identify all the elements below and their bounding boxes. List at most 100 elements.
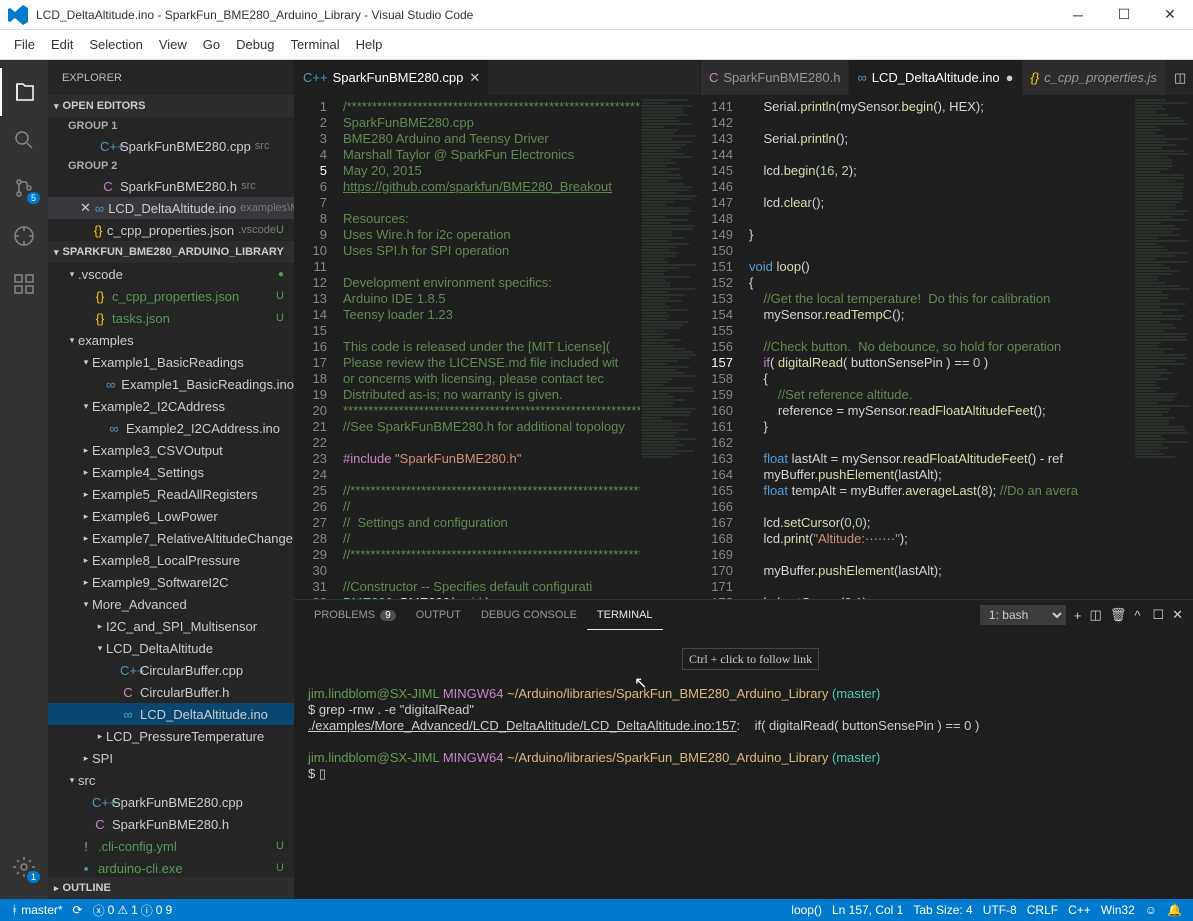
status-crlf[interactable]: CRLF	[1022, 903, 1063, 917]
tab-c_cpp_properties.js[interactable]: {}c_cpp_properties.js	[1023, 60, 1166, 95]
code-area-2[interactable]: 1411421431441451461471481491501511521531…	[701, 95, 1193, 599]
menu-debug[interactable]: Debug	[228, 37, 282, 52]
folder-I2C_and_SPI_Multisensor[interactable]: ▸I2C_and_SPI_Multisensor	[48, 615, 294, 637]
file-arduino-cli.exe[interactable]: ▪arduino-cli.exeU	[48, 857, 294, 877]
status-loop[interactable]: loop()	[786, 903, 827, 917]
panel-tab-problems[interactable]: PROBLEMS9	[304, 600, 406, 630]
tab-SparkFunBME280.cpp[interactable]: C++SparkFunBME280.cpp✕	[295, 60, 489, 95]
close-icon[interactable]: ✕	[80, 200, 91, 216]
project-header[interactable]: ▾SPARKFUN_BME280_ARDUINO_LIBRARY	[48, 241, 294, 263]
menu-selection[interactable]: Selection	[81, 37, 150, 52]
open-file-SparkFunBME280.cpp[interactable]: C++SparkFunBME280.cppsrc	[48, 135, 294, 157]
editor-pane-1: C++SparkFunBME280.cpp✕ 12345678910111213…	[294, 60, 700, 599]
terminal-body[interactable]: Ctrl + click to follow link jim.lindblom…	[294, 630, 1193, 899]
file-icon: ∞	[106, 421, 122, 436]
menu-view[interactable]: View	[151, 37, 195, 52]
file-c_cpp_properties.json[interactable]: {}c_cpp_properties.jsonU	[48, 285, 294, 307]
titlebar: LCD_DeltaAltitude.ino - SparkFun_BME280_…	[0, 0, 1193, 30]
maximize-button[interactable]: ☐	[1101, 0, 1147, 30]
panel-tab-terminal[interactable]: TERMINAL	[587, 600, 663, 630]
folder-Example7_RelativeAltitudeChange[interactable]: ▸Example7_RelativeAltitudeChange	[48, 527, 294, 549]
file-icon: {}	[1031, 70, 1040, 85]
settings-badge: 1	[27, 871, 40, 883]
menu-terminal[interactable]: Terminal	[282, 37, 347, 52]
open-file-SparkFunBME280.h[interactable]: CSparkFunBME280.hsrc	[48, 175, 294, 197]
problems-status[interactable]: ⓧ0 ⚠1 ⓘ0 9	[88, 902, 178, 919]
extensions-activity[interactable]	[0, 260, 48, 308]
status-ln157col1[interactable]: Ln 157, Col 1	[827, 903, 908, 917]
folder-Example6_LowPower[interactable]: ▸Example6_LowPower	[48, 505, 294, 527]
maximize-panel-icon[interactable]: ^	[1134, 608, 1140, 623]
folder-Example2_I2CAddress[interactable]: ▾Example2_I2CAddress	[48, 395, 294, 417]
minimize-button[interactable]: ─	[1055, 0, 1101, 30]
close-icon[interactable]: ✕	[469, 70, 480, 86]
folder-LCD_DeltaAltitude[interactable]: ▾LCD_DeltaAltitude	[48, 637, 294, 659]
folder-.vscode[interactable]: ▾.vscode●	[48, 263, 294, 285]
close-panel-x-icon[interactable]: ✕	[1172, 607, 1183, 623]
status-tabsize4[interactable]: Tab Size: 4	[908, 903, 977, 917]
folder-Example8_LocalPressure[interactable]: ▸Example8_LocalPressure	[48, 549, 294, 571]
menu-file[interactable]: File	[6, 37, 43, 52]
file-CircularBuffer.cpp[interactable]: C++CircularBuffer.cpp	[48, 659, 294, 681]
folder-More_Advanced[interactable]: ▾More_Advanced	[48, 593, 294, 615]
file-Example1_BasicReadings.ino[interactable]: ∞Example1_BasicReadings.ino	[48, 373, 294, 395]
file-icon: {}	[93, 223, 102, 238]
open-editors-header[interactable]: ▾OPEN EDITORS	[48, 95, 294, 117]
folder-LCD_PressureTemperature[interactable]: ▸LCD_PressureTemperature	[48, 725, 294, 747]
split-icon[interactable]: ◫	[1170, 70, 1190, 86]
file-tasks.json[interactable]: {}tasks.jsonU	[48, 307, 294, 329]
folder-Example4_Settings[interactable]: ▸Example4_Settings	[48, 461, 294, 483]
tab-SparkFunBME280.h[interactable]: CSparkFunBME280.h	[701, 60, 849, 95]
file-icon: C++	[100, 139, 116, 154]
sync-status[interactable]: ⟳	[68, 903, 88, 917]
status-c[interactable]: C++	[1063, 903, 1096, 917]
trash-icon[interactable]: 🗑	[1110, 607, 1127, 623]
new-terminal-icon[interactable]: +	[1074, 608, 1082, 623]
menu-help[interactable]: Help	[348, 37, 391, 52]
file-.cli-config.yml[interactable]: !.cli-config.ymlU	[48, 835, 294, 857]
folder-Example9_SoftwareI2C[interactable]: ▸Example9_SoftwareI2C	[48, 571, 294, 593]
scm-activity[interactable]: 5	[0, 164, 48, 212]
split-terminal-icon[interactable]: ◫	[1090, 607, 1102, 623]
close-button[interactable]: ✕	[1147, 0, 1193, 30]
menu-go[interactable]: Go	[195, 37, 228, 52]
tab-LCD_DeltaAltitude.ino[interactable]: ∞LCD_DeltaAltitude.ino●	[849, 60, 1022, 95]
chevron-icon: ▾	[80, 599, 92, 610]
open-file-LCD_DeltaAltitude.ino[interactable]: ✕∞LCD_DeltaAltitude.inoexamples\More_Ad.…	[48, 197, 294, 219]
file-SparkFunBME280.cpp[interactable]: C++SparkFunBME280.cpp	[48, 791, 294, 813]
close-panel-icon[interactable]: ☐	[1152, 607, 1164, 623]
open-file-c_cpp_properties.json[interactable]: {}c_cpp_properties.json.vscodeU	[48, 219, 294, 241]
debug-activity[interactable]	[0, 212, 48, 260]
code-area-1[interactable]: 1234567891011121314151617181920212223242…	[295, 95, 700, 599]
minimap-2[interactable]	[1133, 95, 1193, 599]
file-icon: C++	[120, 663, 136, 678]
terminal-select[interactable]: 1: bash	[980, 605, 1066, 625]
folder-Example3_CSVOutput[interactable]: ▸Example3_CSVOutput	[48, 439, 294, 461]
menu-edit[interactable]: Edit	[43, 37, 81, 52]
status-[interactable]: 🔔	[1162, 903, 1187, 917]
file-LCD_DeltaAltitude.ino[interactable]: ∞LCD_DeltaAltitude.ino	[48, 703, 294, 725]
group2-label: GROUP 2	[48, 157, 294, 175]
settings-activity[interactable]: 1	[0, 843, 48, 891]
folder-src[interactable]: ▾src	[48, 769, 294, 791]
status-[interactable]: ☺	[1140, 903, 1162, 917]
outline-header[interactable]: ▸OUTLINE	[48, 877, 294, 899]
chevron-icon: ▾	[66, 775, 78, 786]
folder-SPI[interactable]: ▸SPI	[48, 747, 294, 769]
explorer-activity[interactable]	[0, 68, 48, 116]
folder-Example1_BasicReadings[interactable]: ▾Example1_BasicReadings	[48, 351, 294, 373]
folder-examples[interactable]: ▾examples	[48, 329, 294, 351]
branch-status[interactable]: ᚼmaster*	[6, 903, 68, 917]
file-Example2_I2CAddress.ino[interactable]: ∞Example2_I2CAddress.ino	[48, 417, 294, 439]
vscode-icon	[6, 3, 30, 27]
folder-Example5_ReadAllRegisters[interactable]: ▸Example5_ReadAllRegisters	[48, 483, 294, 505]
search-activity[interactable]	[0, 116, 48, 164]
file-icon: ∞	[95, 201, 104, 216]
panel-tab-output[interactable]: OUTPUT	[406, 600, 471, 630]
file-CircularBuffer.h[interactable]: CCircularBuffer.h	[48, 681, 294, 703]
file-SparkFunBME280.h[interactable]: CSparkFunBME280.h	[48, 813, 294, 835]
minimap-1[interactable]	[640, 95, 700, 599]
status-utf8[interactable]: UTF-8	[978, 903, 1022, 917]
status-win32[interactable]: Win32	[1096, 903, 1140, 917]
panel-tab-debug-console[interactable]: DEBUG CONSOLE	[471, 600, 587, 630]
